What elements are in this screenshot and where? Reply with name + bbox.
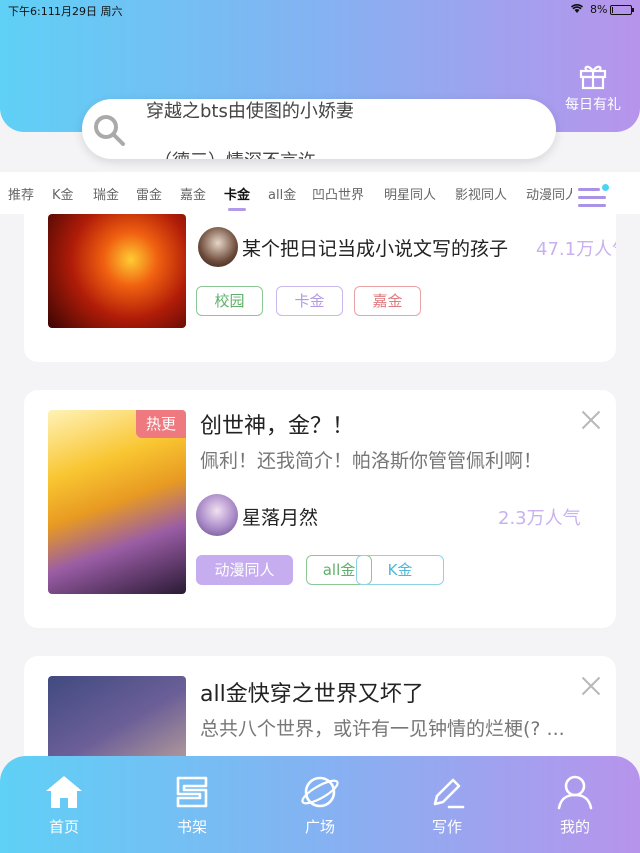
- tab-ka-jin[interactable]: 卡金: [224, 184, 250, 211]
- popularity-count: 2.3万人气: [498, 508, 581, 529]
- tab-aotu-world[interactable]: 凹凸世界: [312, 184, 364, 203]
- book-title[interactable]: all金快穿之世界又坏了: [200, 676, 424, 708]
- tag-k-jin[interactable]: K金: [356, 555, 444, 585]
- tab-all-jin[interactable]: all金: [268, 184, 296, 203]
- home-icon: [46, 776, 82, 808]
- book-cover[interactable]: 热更: [48, 410, 186, 594]
- tag-campus[interactable]: 校园: [196, 286, 263, 316]
- book-title[interactable]: 创世神，金？！: [200, 408, 354, 440]
- tab-rui-jin[interactable]: 瑞金: [93, 184, 119, 203]
- tab-jia-jin[interactable]: 嘉金: [180, 184, 206, 203]
- nav-write-label: 写作: [431, 818, 462, 836]
- search-suggestion-1: 穿越之bts由使图的小娇妻: [146, 101, 354, 122]
- search-bar[interactable]: 穿越之bts由使图的小娇妻 （德三）情深不言许: [82, 99, 556, 159]
- bottom-navigation: 首页 书架 广场 写作 我的: [0, 756, 640, 853]
- tab-k-jin[interactable]: K金: [52, 184, 74, 203]
- search-suggestion-2: （德三）情深不言许: [154, 147, 316, 159]
- book-description: 佩利！还我简介！帕洛斯你管管佩利啊！: [200, 450, 543, 472]
- daily-gift-button[interactable]: 每日有礼: [558, 62, 628, 114]
- wifi-icon: [570, 4, 584, 13]
- gift-icon: [579, 65, 607, 90]
- bookshelf-icon: [176, 776, 208, 808]
- tag-jia-jin[interactable]: 嘉金: [354, 286, 421, 316]
- popularity-count: 47.1万人气: [536, 239, 616, 260]
- book-card[interactable]: 热更 创世神，金？！ 佩利！还我简介！帕洛斯你管管佩利啊！ 星落月然 2.3万人…: [24, 390, 616, 628]
- avatar[interactable]: [198, 227, 238, 267]
- tag-anime-fanfic[interactable]: 动漫同人: [196, 555, 293, 585]
- nav-home-label: 首页: [48, 818, 79, 836]
- battery-icon: [610, 5, 634, 15]
- author-name[interactable]: 某个把日记当成小说文写的孩子: [242, 234, 508, 261]
- user-icon: [557, 775, 593, 810]
- pen-icon: [433, 778, 465, 809]
- tag-ka-jin[interactable]: 卡金: [276, 286, 343, 316]
- status-date: 1月29日 周六: [54, 5, 123, 18]
- search-icon: [94, 115, 125, 146]
- notification-dot: [602, 184, 609, 191]
- tab-film-fanfic[interactable]: 影视同人: [455, 184, 507, 203]
- status-time: 下午6:11: [8, 5, 55, 18]
- book-cover[interactable]: [48, 214, 186, 328]
- tab-star-fanfic[interactable]: 明星同人: [384, 184, 436, 203]
- tab-recommend[interactable]: 推荐: [8, 184, 34, 203]
- daily-gift-label: 每日有礼: [565, 97, 621, 113]
- nav-profile[interactable]: 我的: [540, 774, 610, 837]
- tab-lei-jin[interactable]: 雷金: [136, 184, 162, 203]
- status-bar: 下午6:11 1月29日 周六 8%: [0, 0, 640, 20]
- author-name[interactable]: 星落月然: [242, 503, 318, 530]
- close-icon[interactable]: [581, 676, 601, 696]
- nav-home[interactable]: 首页: [29, 774, 99, 837]
- close-icon[interactable]: [581, 410, 601, 430]
- planet-icon: [301, 776, 339, 808]
- nav-bookshelf-label: 书架: [176, 818, 207, 836]
- category-tabs: 推荐 K金 瑞金 雷金 嘉金 卡金 all金 凹凸世界 明星同人 影视同人 动漫…: [0, 172, 640, 214]
- hot-update-badge: 热更: [136, 410, 186, 438]
- battery-percent: 8%: [590, 3, 608, 16]
- nav-profile-label: 我的: [559, 818, 590, 836]
- book-card[interactable]: 某个把日记当成小说文写的孩子 47.1万人气 校园 卡金 嘉金: [24, 214, 616, 362]
- nav-square-label: 广场: [304, 818, 335, 836]
- category-menu-button[interactable]: [572, 182, 612, 214]
- nav-bookshelf[interactable]: 书架: [157, 774, 227, 837]
- nav-square[interactable]: 广场: [285, 774, 355, 837]
- nav-write[interactable]: 写作: [412, 774, 482, 837]
- book-description: 总共八个世界，或许有一见钟情的烂梗(? ...: [200, 718, 565, 740]
- tab-anime-fanfic[interactable]: 动漫同人: [526, 184, 578, 203]
- avatar[interactable]: [196, 494, 238, 536]
